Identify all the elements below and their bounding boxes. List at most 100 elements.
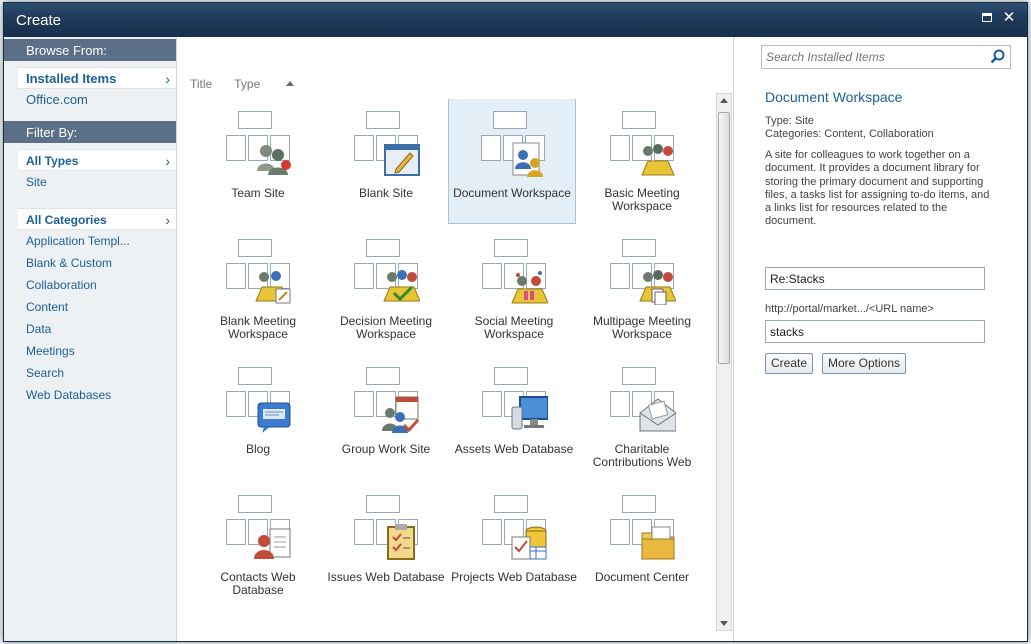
search-box <box>761 45 1011 69</box>
filter-by-header: Filter By: <box>4 121 176 143</box>
contacts-database-icon <box>226 495 292 561</box>
template-label: Projects Web Database <box>451 570 577 584</box>
detail-title: Document Workspace <box>765 89 903 105</box>
search-icon[interactable] <box>990 49 1006 65</box>
basic-meeting-icon <box>610 111 676 177</box>
nav-all-categories[interactable]: All Categories › <box>18 208 176 230</box>
template-tile[interactable]: Document Center <box>578 483 706 609</box>
scroll-up-icon[interactable] <box>720 98 728 103</box>
nav-site[interactable]: Site <box>4 171 176 193</box>
detail-categories: Categories: Content, Collaboration <box>765 128 934 140</box>
url-name-field[interactable] <box>765 320 985 343</box>
template-tile[interactable]: Assets Web Database <box>450 355 578 481</box>
template-label: Contacts Web Database <box>220 570 296 597</box>
template-label: Blank Site <box>358 186 414 200</box>
template-tile[interactable]: Blank Site <box>322 99 450 225</box>
nav-category-content[interactable]: Content <box>4 296 176 318</box>
left-navigation: Browse From: Installed Items › Office.co… <box>4 37 177 641</box>
template-tile-selected[interactable]: Document Workspace <box>448 99 576 224</box>
template-label: Blog <box>245 442 271 456</box>
nav-installed-items-label: Installed Items <box>26 71 117 86</box>
chevron-right-icon: › <box>165 71 170 87</box>
scrollbar-thumb[interactable] <box>718 112 730 364</box>
nav-office-com[interactable]: Office.com <box>4 89 176 111</box>
detail-type: Type: Site <box>765 115 814 127</box>
nav-all-types-label: All Types <box>26 154 79 168</box>
nav-category-web-databases[interactable]: Web Databases <box>4 384 176 406</box>
template-tile-partial[interactable] <box>450 611 578 644</box>
nav-all-categories-label: All Categories <box>26 213 107 227</box>
browse-from-header: Browse From: <box>4 39 176 61</box>
template-label: Issues Web Database <box>327 570 445 584</box>
scroll-down-icon[interactable] <box>720 621 728 626</box>
template-tile[interactable]: Projects Web Database <box>450 483 578 609</box>
nav-all-types[interactable]: All Types › <box>18 149 176 171</box>
create-button[interactable]: Create <box>765 353 814 374</box>
document-workspace-icon <box>481 111 547 177</box>
blank-site-icon <box>354 111 420 177</box>
create-dialog: Create ✕ Browse From: Installed Items › … <box>3 2 1028 642</box>
search-input[interactable] <box>762 46 984 68</box>
template-tile[interactable]: Blank Meeting Workspace <box>194 227 322 353</box>
dialog-title: Create <box>16 12 62 29</box>
template-tile-partial[interactable] <box>322 611 450 644</box>
blog-icon <box>226 367 292 433</box>
dialog-titlebar: Create ✕ <box>4 3 1027 37</box>
template-tile[interactable]: Group Work Site <box>322 355 450 481</box>
assets-database-icon <box>482 367 548 433</box>
template-tile[interactable]: Blog <box>194 355 322 481</box>
template-gallery: Title Type Team Site Blank Site Document… <box>178 37 734 641</box>
template-tile[interactable]: Multipage Meeting Workspace <box>578 227 706 353</box>
template-tile[interactable]: Decision Meeting Workspace <box>322 227 450 353</box>
sort-by-title[interactable]: Title <box>190 77 212 91</box>
template-tile[interactable]: Charitable Contributions Web <box>578 355 706 481</box>
close-icon[interactable]: ✕ <box>1001 10 1017 26</box>
template-tile[interactable]: Basic Meeting Workspace <box>578 99 706 225</box>
sort-by-type[interactable]: Type <box>234 77 295 91</box>
site-title-field[interactable] <box>765 267 985 290</box>
sort-ascending-icon <box>286 81 295 86</box>
issues-database-icon <box>354 495 420 561</box>
nav-category-search[interactable]: Search <box>4 362 176 384</box>
template-label: Assets Web Database <box>454 442 574 456</box>
sort-by-type-label: Type <box>234 77 261 91</box>
template-tile[interactable]: Contacts Web Database <box>194 483 322 609</box>
url-label: http://portal/market.../<URL name> <box>765 303 934 315</box>
template-tile-partial[interactable] <box>194 611 322 644</box>
template-label: Multipage Meeting Workspace <box>592 314 692 341</box>
chevron-right-icon: › <box>165 212 170 228</box>
template-grid: Team Site Blank Site Document Workspace <box>190 99 710 644</box>
multipage-meeting-icon <box>610 239 676 305</box>
template-label: Team Site <box>231 186 285 200</box>
decision-meeting-icon <box>354 239 420 305</box>
template-tile[interactable]: Issues Web Database <box>322 483 450 609</box>
blank-meeting-icon <box>226 239 292 305</box>
projects-database-icon <box>482 495 548 561</box>
social-meeting-icon <box>482 239 548 305</box>
nav-category-application[interactable]: Application Templ... <box>4 230 176 252</box>
nav-installed-items[interactable]: Installed Items › <box>18 67 176 89</box>
nav-category-collaboration[interactable]: Collaboration <box>4 274 176 296</box>
template-label: Charitable Contributions Web <box>592 442 692 469</box>
detail-meta: Type: Site Categories: Content, Collabor… <box>765 115 934 141</box>
gallery-scrollbar[interactable] <box>716 93 732 631</box>
group-work-icon <box>354 367 420 433</box>
more-options-button[interactable]: More Options <box>822 353 907 374</box>
details-panel: Document Workspace Type: Site Categories… <box>735 37 1027 641</box>
chevron-right-icon: › <box>165 153 170 169</box>
template-label: Decision Meeting Workspace <box>339 314 433 341</box>
template-tile[interactable]: Team Site <box>194 99 322 225</box>
template-label: Blank Meeting Workspace <box>219 314 297 341</box>
team-site-icon <box>226 111 292 177</box>
template-tile-partial[interactable] <box>578 611 706 644</box>
nav-category-data[interactable]: Data <box>4 318 176 340</box>
detail-description: A site for colleagues to work together o… <box>765 149 990 228</box>
charitable-icon <box>610 367 676 433</box>
maximize-icon[interactable] <box>979 10 995 26</box>
nav-category-meetings[interactable]: Meetings <box>4 340 176 362</box>
document-center-icon <box>610 495 676 561</box>
template-tile[interactable]: Social Meeting Workspace <box>450 227 578 353</box>
nav-category-blank-custom[interactable]: Blank & Custom <box>4 252 176 274</box>
template-label: Group Work Site <box>341 442 431 456</box>
template-label: Document Center <box>594 570 690 584</box>
